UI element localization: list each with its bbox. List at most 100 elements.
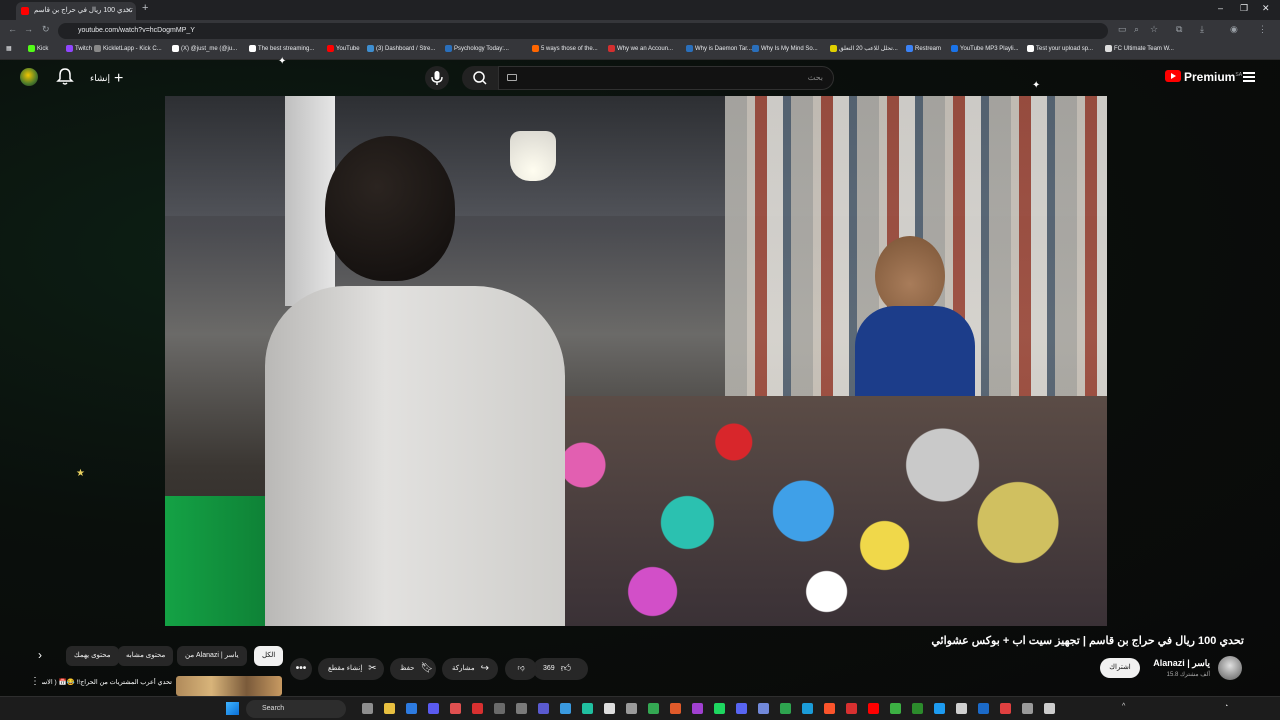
apps-grid-icon[interactable]: ▦ [6, 45, 12, 52]
channel-name[interactable]: Alanazi | ياسر [1153, 658, 1210, 669]
zoom-icon[interactable]: ⌕ [1134, 24, 1139, 35]
downloads-icon[interactable]: ⤓ [1200, 24, 1204, 35]
bookmark-item[interactable]: Why is Daemon Tar... [686, 45, 752, 52]
taskbar-app-icon[interactable] [736, 703, 747, 714]
close-window-button[interactable]: ✕ [1262, 3, 1270, 14]
taskbar-app-icon[interactable] [670, 703, 681, 714]
bookmark-item[interactable]: KickletLapp - Kick C... [94, 45, 162, 52]
chips-next-icon[interactable]: › [38, 648, 42, 662]
create-button[interactable]: إنشاء + [90, 68, 123, 87]
chip-from-channel[interactable]: من Alanazi | ياسر [177, 646, 247, 666]
address-bar[interactable]: youtube.com/watch?v=hcDogmMP_Y [58, 23, 1108, 39]
more-actions-button[interactable]: ••• [290, 658, 312, 680]
taskbar-app-icon[interactable] [780, 703, 791, 714]
taskbar-app-icon[interactable] [1044, 703, 1055, 714]
taskbar-app-icon[interactable] [978, 703, 989, 714]
reload-icon[interactable]: ↻ [42, 24, 50, 35]
taskbar-app-icon[interactable] [1022, 703, 1033, 714]
taskbar-app-icon[interactable] [824, 703, 835, 714]
video-player[interactable] [165, 96, 1107, 626]
browser-tab-active[interactable]: تحدي 100 ريال في حراج بن قاسم ✕ [16, 2, 136, 20]
account-avatar[interactable] [20, 68, 38, 86]
youtube-logo-icon [1165, 70, 1181, 82]
bookmark-item[interactable]: YouTube [327, 45, 360, 52]
guide-menu-icon[interactable] [1243, 72, 1255, 82]
back-icon[interactable]: ← [8, 24, 17, 34]
bookmark-item[interactable]: Why Is My Mind So... [752, 45, 818, 52]
taskbar-app-icon[interactable] [802, 703, 813, 714]
taskbar-app-icon[interactable] [1000, 703, 1011, 714]
close-tab-icon[interactable]: ✕ [125, 2, 132, 20]
recommendation-menu-icon[interactable]: ⋮ [30, 676, 40, 687]
clip-button[interactable]: إنشاء مقطع ✂ [318, 658, 384, 680]
taskbar-app-icon[interactable] [450, 703, 461, 714]
bookmark-item[interactable]: YouTube MP3 Playli... [951, 45, 1019, 52]
taskbar-app-icon[interactable] [626, 703, 637, 714]
maximize-button[interactable]: ❐ [1240, 3, 1248, 14]
minimize-button[interactable]: – [1218, 3, 1223, 13]
taskbar-app-icon[interactable] [846, 703, 857, 714]
bookmark-item[interactable]: Why we an Accoun... [608, 45, 673, 52]
taskbar-app-icon[interactable] [362, 703, 373, 714]
bookmark-item[interactable]: 5 ways those of the... [532, 45, 598, 52]
forward-icon[interactable]: → [24, 24, 33, 34]
recommended-video[interactable]: ⋮ تحدي أعرب المشتريات من الحراج!! 😂📅 ( ا… [30, 676, 282, 696]
keyboard-icon[interactable] [507, 74, 517, 81]
bookmark-item[interactable]: Twitch [66, 45, 92, 52]
bookmark-item[interactable]: The best streaming... [249, 45, 314, 52]
bookmark-favicon-icon [327, 45, 334, 52]
taskbar-app-icon[interactable] [758, 703, 769, 714]
chip-related[interactable]: محتوى مشابه [118, 646, 174, 666]
bookmark-item[interactable]: Psychology Today:... [445, 45, 509, 52]
extensions-icon[interactable]: ⧉ [1176, 24, 1182, 35]
recommendation-thumbnail[interactable] [176, 676, 282, 696]
bookmark-item[interactable]: (3) Dashboard / Stre... [367, 45, 435, 52]
voice-search-button[interactable] [425, 66, 449, 90]
taskbar-app-icon[interactable] [934, 703, 945, 714]
taskbar-app-icon[interactable] [604, 703, 615, 714]
tray-overflow-icon[interactable]: ^ [1122, 703, 1125, 710]
taskbar-app-icon[interactable] [494, 703, 505, 714]
browser-menu-icon[interactable]: ⋮ [1258, 24, 1267, 35]
taskbar-app-icon[interactable] [692, 703, 703, 714]
taskbar-app-icon[interactable] [472, 703, 483, 714]
bookmark-item[interactable]: Kick [28, 45, 48, 52]
channel-avatar[interactable] [1218, 656, 1242, 680]
search-button[interactable] [462, 66, 498, 90]
taskbar-app-icon[interactable] [516, 703, 527, 714]
save-button[interactable]: حفظ 🔖︎ [390, 658, 436, 680]
taskbar-app-icon[interactable] [428, 703, 439, 714]
new-tab-button[interactable]: + [142, 2, 148, 14]
taskbar-app-icon[interactable] [538, 703, 549, 714]
install-app-icon[interactable]: ▭ [1118, 24, 1127, 35]
bookmark-item[interactable]: (X) @just_me (@ju... [172, 45, 237, 52]
taskbar-app-icon[interactable] [560, 703, 571, 714]
chip-all[interactable]: الكل [254, 646, 284, 666]
notifications-bell-icon[interactable] [56, 67, 74, 87]
profile-icon[interactable]: ◉ [1230, 24, 1238, 35]
taskbar-app-icon[interactable] [912, 703, 923, 714]
youtube-premium-logo[interactable]: PremiumSA [1165, 70, 1242, 84]
taskbar-app-icon[interactable] [582, 703, 593, 714]
taskbar-app-icon[interactable] [406, 703, 417, 714]
taskbar-app-icon[interactable] [890, 703, 901, 714]
taskbar-app-icon[interactable] [868, 703, 879, 714]
taskbar-app-icon[interactable] [956, 703, 967, 714]
bookmark-star-icon[interactable]: ☆ [1150, 24, 1158, 35]
search-input[interactable]: بحث [498, 66, 834, 90]
taskbar-app-icon[interactable] [384, 703, 395, 714]
subscribe-button[interactable]: اشتراك [1100, 658, 1140, 678]
bookmark-item[interactable]: Restream [906, 45, 941, 52]
dislike-button[interactable]: 👎︎ [505, 658, 537, 680]
taskbar-app-icon[interactable] [648, 703, 659, 714]
taskbar-app-icon[interactable] [714, 703, 725, 714]
windows-start-icon[interactable] [226, 702, 239, 715]
bookmark-item[interactable]: FC Ultimate Team W... [1105, 45, 1174, 52]
wifi-icon[interactable]: ◔ [1224, 703, 1228, 710]
bookmark-item[interactable]: تحلل للاعب 20 التعلق... [830, 45, 898, 52]
like-button[interactable]: 369 👍︎ [533, 658, 588, 680]
chip-for-you[interactable]: محتوى يهمك [66, 646, 119, 666]
taskbar-search[interactable]: Search [246, 700, 346, 718]
bookmark-item[interactable]: Test your upload sp... [1027, 45, 1093, 52]
share-button[interactable]: مشاركة ↪ [442, 658, 498, 680]
